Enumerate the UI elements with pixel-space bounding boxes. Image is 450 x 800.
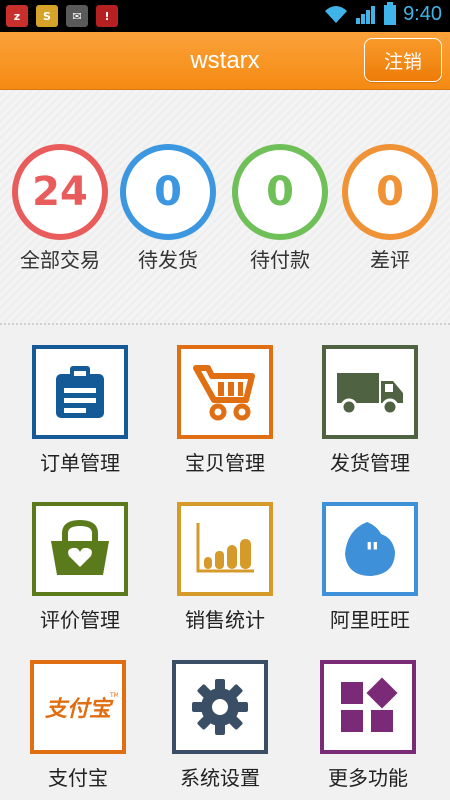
basket-heart-icon	[51, 519, 109, 575]
stat-value: 0	[232, 144, 328, 240]
menu-grid: 订单管理 宝贝管理 发货管理 评价管理 销售统计 " 阿里旺旺 支付宝 TM 支…	[0, 327, 450, 800]
stat-bad-reviews[interactable]: 0 差评	[340, 144, 440, 273]
stat-label: 待付款	[250, 248, 310, 272]
s-app-icon: S	[36, 5, 58, 27]
svg-text:支付宝: 支付宝	[45, 696, 114, 722]
more-icon	[341, 677, 398, 732]
signal-icon	[356, 6, 376, 24]
menu-more-functions[interactable]: 更多功能	[308, 660, 428, 791]
status-bar: z S ✉ ! 9:40	[0, 0, 450, 32]
menu-review-management[interactable]: 评价管理	[20, 502, 140, 633]
stat-value: 0	[120, 144, 216, 240]
menu-label: 系统设置	[180, 766, 260, 790]
menu-label: 评价管理	[40, 608, 120, 632]
alipay-logo: 支付宝 TM	[45, 692, 118, 722]
menu-label: 支付宝	[48, 766, 108, 790]
app-header: wstarx 注销	[0, 32, 450, 90]
menu-item-management[interactable]: 宝贝管理	[165, 345, 285, 476]
mail-app-icon: ✉	[66, 5, 88, 27]
menu-label: 阿里旺旺	[330, 608, 410, 632]
stats-panel: 24 全部交易 0 待发货 0 待付款 0 差评	[0, 90, 450, 325]
menu-label: 订单管理	[40, 451, 120, 475]
menu-shipping-management[interactable]: 发货管理	[310, 345, 430, 476]
wifi-icon	[325, 6, 348, 23]
menu-alipay[interactable]: 支付宝 TM 支付宝	[18, 660, 138, 791]
stat-to-pay[interactable]: 0 待付款	[230, 144, 330, 273]
menu-order-management[interactable]: 订单管理	[20, 345, 140, 476]
menu-system-settings[interactable]: 系统设置	[160, 660, 280, 791]
stat-label: 全部交易	[20, 248, 100, 272]
alert-app-icon: !	[96, 5, 118, 27]
svg-text:TM: TM	[109, 692, 118, 699]
stat-label: 差评	[370, 248, 410, 272]
menu-label: 宝贝管理	[185, 451, 265, 475]
menu-aliwangwang[interactable]: " 阿里旺旺	[310, 502, 430, 633]
notification-icons: z S ✉ !	[6, 5, 118, 27]
menu-sales-statistics[interactable]: 销售统计	[165, 502, 285, 633]
clock: 9:40	[403, 2, 442, 25]
battery-icon	[384, 2, 397, 25]
stat-value: 0	[342, 144, 438, 240]
stat-all-trades[interactable]: 24 全部交易	[10, 144, 110, 273]
menu-label: 发货管理	[330, 451, 410, 475]
cart-icon	[193, 365, 255, 421]
stat-label: 待发货	[138, 248, 198, 272]
stat-to-ship[interactable]: 0 待发货	[118, 144, 218, 273]
z-app-icon: z	[6, 5, 28, 27]
svg-text:": "	[365, 536, 380, 569]
clipboard-icon	[56, 366, 104, 418]
menu-label: 销售统计	[185, 608, 265, 632]
bar-chart-icon	[196, 523, 254, 573]
stat-value: 24	[12, 144, 108, 240]
logout-button[interactable]: 注销	[364, 38, 442, 82]
truck-icon	[337, 373, 403, 416]
gear-icon	[192, 679, 248, 735]
chat-bubble-icon: "	[345, 522, 395, 576]
menu-label: 更多功能	[328, 766, 408, 790]
